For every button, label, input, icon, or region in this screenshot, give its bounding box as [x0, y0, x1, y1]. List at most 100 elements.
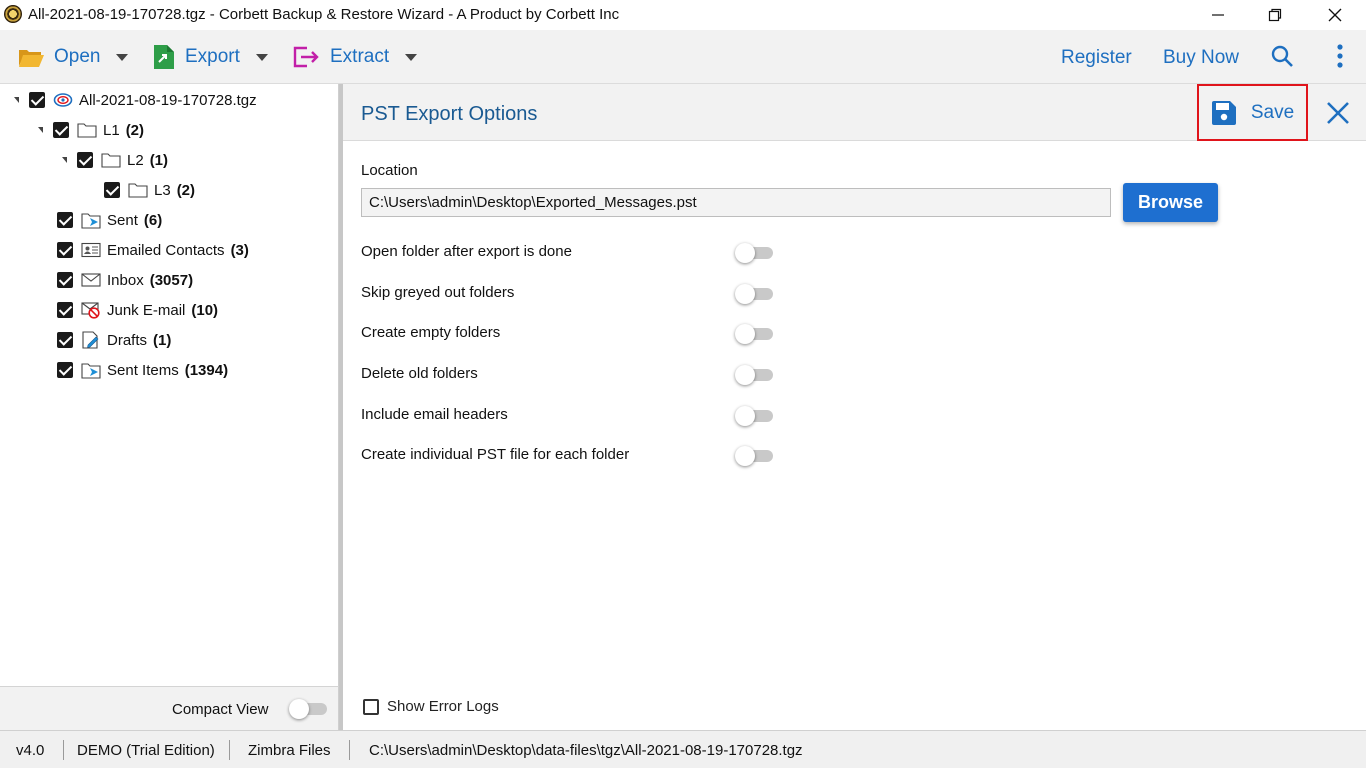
- title-bar: All-2021-08-19-170728.tgz - Corbett Back…: [0, 0, 1366, 30]
- tree-item-inbox[interactable]: Inbox (3057): [57, 268, 193, 292]
- minimize-icon: [1212, 14, 1224, 16]
- tree-checkbox[interactable]: [53, 122, 69, 138]
- export-menu-button[interactable]: Export: [153, 30, 268, 84]
- status-separator: [229, 740, 230, 760]
- status-separator: [63, 740, 64, 760]
- option-toggle[interactable]: [735, 405, 775, 426]
- tree-root[interactable]: All-2021-08-19-170728.tgz: [14, 88, 257, 112]
- tree-item-l3[interactable]: L3 (2): [104, 178, 195, 202]
- tree-item-count: (6): [143, 211, 163, 229]
- folder-tree-panel: All-2021-08-19-170728.tgz L1 (2) L2 (1) …: [0, 84, 339, 730]
- option-skip-greyed-folders: Skip greyed out folders: [361, 281, 781, 305]
- save-button[interactable]: Save: [1197, 84, 1308, 141]
- close-icon: [1327, 102, 1349, 124]
- folder-icon: [128, 181, 148, 199]
- compact-view-label: Compact View: [172, 701, 269, 718]
- show-error-logs-row[interactable]: Show Error Logs: [363, 698, 499, 715]
- option-label: Include email headers: [361, 406, 508, 423]
- window-title: All-2021-08-19-170728.tgz - Corbett Back…: [28, 6, 620, 23]
- export-label: Export: [185, 46, 240, 67]
- window-close-button[interactable]: [1305, 0, 1365, 30]
- option-create-empty-folders: Create empty folders: [361, 321, 781, 345]
- tree-item-sent[interactable]: Sent (6): [57, 208, 162, 232]
- folder-icon: [101, 151, 121, 169]
- tree-item-junk-email[interactable]: Junk E-mail (10): [57, 298, 218, 322]
- close-panel-button[interactable]: [1323, 98, 1353, 128]
- option-delete-old-folders: Delete old folders: [361, 362, 781, 386]
- tree-checkbox[interactable]: [29, 92, 45, 108]
- tree-item-emailed-contacts[interactable]: Emailed Contacts (3): [57, 238, 249, 262]
- option-toggle[interactable]: [735, 283, 775, 304]
- option-toggle[interactable]: [735, 445, 775, 466]
- expand-arrow-icon[interactable]: [62, 157, 67, 163]
- option-open-folder-after-export: Open folder after export is done: [361, 240, 781, 264]
- option-include-email-headers: Include email headers: [361, 403, 781, 427]
- tree-item-label: L1: [103, 121, 120, 139]
- close-icon: [1328, 8, 1342, 22]
- tree-item-sent-items[interactable]: Sent Items (1394): [57, 358, 228, 382]
- save-icon: [1211, 100, 1236, 125]
- option-toggle[interactable]: [735, 242, 775, 263]
- tree-item-l1[interactable]: L1 (2): [38, 118, 144, 142]
- tree-item-label: L2: [127, 151, 144, 169]
- expand-arrow-icon[interactable]: [14, 97, 19, 103]
- option-label: Create empty folders: [361, 324, 501, 341]
- tree-checkbox[interactable]: [77, 152, 93, 168]
- toolbar: Open Export Extract Register Buy Now: [0, 30, 1366, 84]
- more-options-button[interactable]: [1330, 43, 1350, 74]
- export-options-header: PST Export Options Save: [343, 84, 1366, 141]
- tree-item-label: Drafts: [107, 331, 148, 349]
- junk-icon: [81, 301, 101, 319]
- edition-text: DEMO (Trial Edition): [77, 742, 215, 759]
- tree-root-label: All-2021-08-19-170728.tgz: [79, 91, 257, 109]
- left-panel-footer: Compact View: [0, 686, 339, 730]
- expand-arrow-icon[interactable]: [38, 127, 43, 133]
- tree-checkbox[interactable]: [57, 242, 73, 258]
- tree-item-drafts[interactable]: Drafts (1): [57, 328, 171, 352]
- tree-item-count: (2): [176, 181, 196, 199]
- panel-title: PST Export Options: [361, 103, 538, 125]
- browse-button[interactable]: Browse: [1123, 183, 1218, 222]
- open-menu-button[interactable]: Open: [18, 30, 129, 84]
- restore-button[interactable]: [1245, 0, 1305, 30]
- show-error-logs-label: Show Error Logs: [387, 698, 499, 715]
- tree-item-count: (1): [153, 331, 172, 349]
- buy-now-link[interactable]: Buy Now: [1163, 47, 1239, 69]
- option-label: Open folder after export is done: [361, 243, 572, 260]
- tree-checkbox[interactable]: [57, 212, 73, 228]
- tree-item-label: Inbox: [107, 271, 144, 289]
- tree-checkbox[interactable]: [104, 182, 120, 198]
- archive-icon: [53, 91, 73, 109]
- app-logo-icon: [4, 5, 22, 23]
- option-label: Create individual PST file for each fold…: [361, 446, 630, 463]
- sent-folder-icon: [81, 211, 101, 229]
- option-toggle[interactable]: [735, 323, 775, 344]
- open-label: Open: [54, 46, 101, 67]
- compact-view-toggle[interactable]: [289, 698, 329, 719]
- version-text: v4.0: [16, 742, 45, 759]
- sent-folder-icon: [81, 361, 101, 379]
- show-error-logs-checkbox[interactable]: [363, 698, 379, 715]
- tree-item-l2[interactable]: L2 (1): [62, 148, 168, 172]
- file-type-text: Zimbra Files: [248, 742, 331, 759]
- tree-item-count: (1): [149, 151, 169, 169]
- location-label: Location: [361, 162, 418, 179]
- drafts-icon: [81, 331, 101, 349]
- minimize-button[interactable]: [1188, 0, 1248, 30]
- tree-checkbox[interactable]: [57, 332, 73, 348]
- tree-item-label: Sent: [107, 211, 138, 229]
- location-input[interactable]: [361, 188, 1111, 217]
- tree-checkbox[interactable]: [57, 272, 73, 288]
- search-button[interactable]: [1270, 44, 1294, 73]
- option-toggle[interactable]: [735, 364, 775, 385]
- extract-menu-button[interactable]: Extract: [292, 30, 418, 84]
- tree-checkbox[interactable]: [57, 302, 73, 318]
- register-link[interactable]: Register: [1061, 47, 1132, 69]
- tree-checkbox[interactable]: [57, 362, 73, 378]
- open-folder-icon: [19, 50, 44, 67]
- chevron-down-icon: [116, 53, 129, 61]
- tree-item-label: Junk E-mail: [107, 301, 186, 319]
- option-label: Skip greyed out folders: [361, 284, 515, 301]
- status-bar: v4.0 DEMO (Trial Edition) Zimbra Files C…: [0, 730, 1366, 768]
- contacts-icon: [81, 241, 101, 259]
